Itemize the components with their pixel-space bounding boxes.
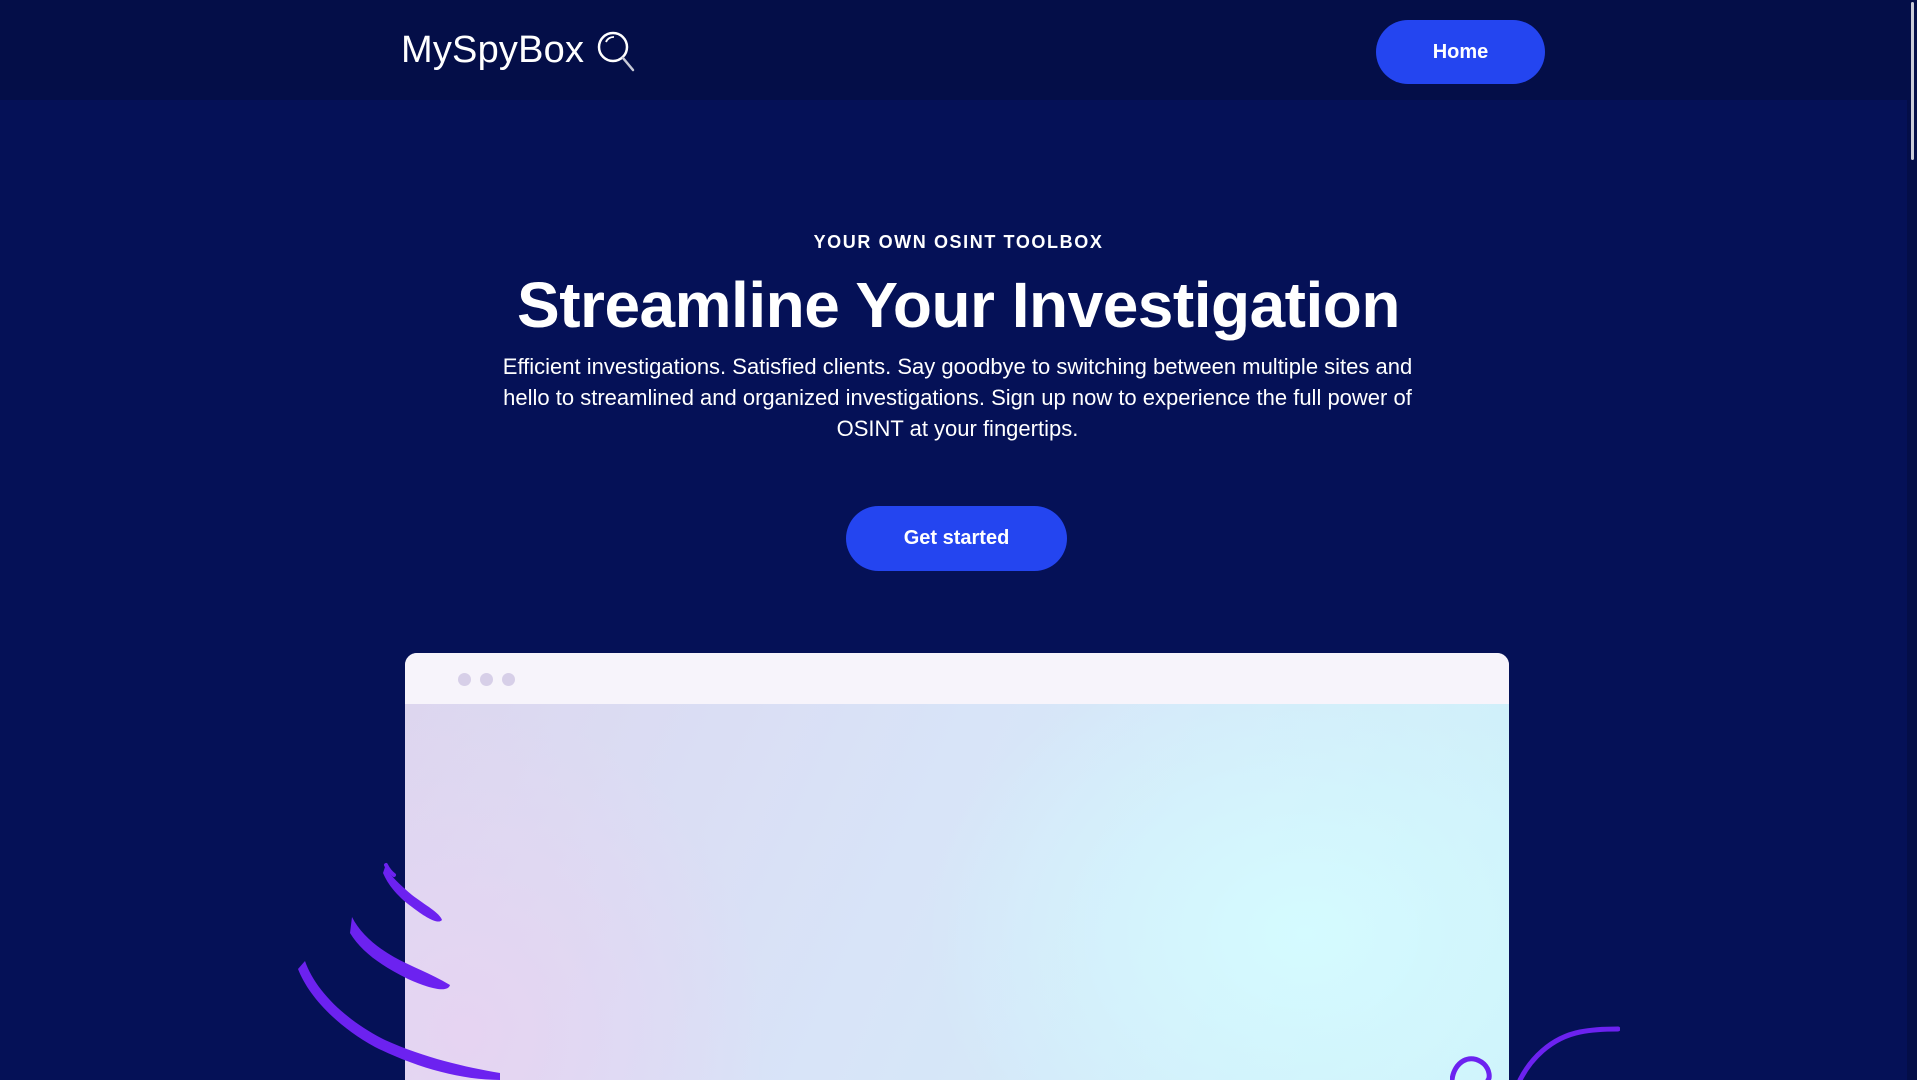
window-dot-icon xyxy=(502,673,515,686)
hero-description: Efficient investigations. Satisfied clie… xyxy=(502,354,1413,441)
decorative-brush-strokes-left xyxy=(298,863,500,1080)
window-dot-icon xyxy=(458,673,471,686)
landing-page: MySpyBox Home YOUR OWN OSINT TOOLBOX Str… xyxy=(0,0,1917,1080)
get-started-button[interactable]: Get started xyxy=(846,506,1067,571)
brand-name: MySpyBox xyxy=(401,28,585,71)
hero-eyebrow: YOUR OWN OSINT TOOLBOX xyxy=(813,232,1104,252)
decorative-loop-stroke-right xyxy=(1450,1026,1620,1080)
magnifier-icon xyxy=(596,30,636,76)
brand-logo[interactable]: MySpyBox xyxy=(401,24,636,76)
scrollbar-thumb[interactable] xyxy=(1911,2,1914,160)
browser-mockup-toolbar xyxy=(405,653,1509,704)
home-button[interactable]: Home xyxy=(1376,20,1545,84)
hero-headline: Streamline Your Investigation xyxy=(517,269,1400,341)
page-scrollbar[interactable] xyxy=(1907,0,1917,1080)
window-dot-icon xyxy=(480,673,493,686)
top-navigation-bar: MySpyBox Home xyxy=(0,0,1917,100)
browser-mockup xyxy=(405,653,1509,1080)
browser-mockup-content xyxy=(405,704,1509,1080)
